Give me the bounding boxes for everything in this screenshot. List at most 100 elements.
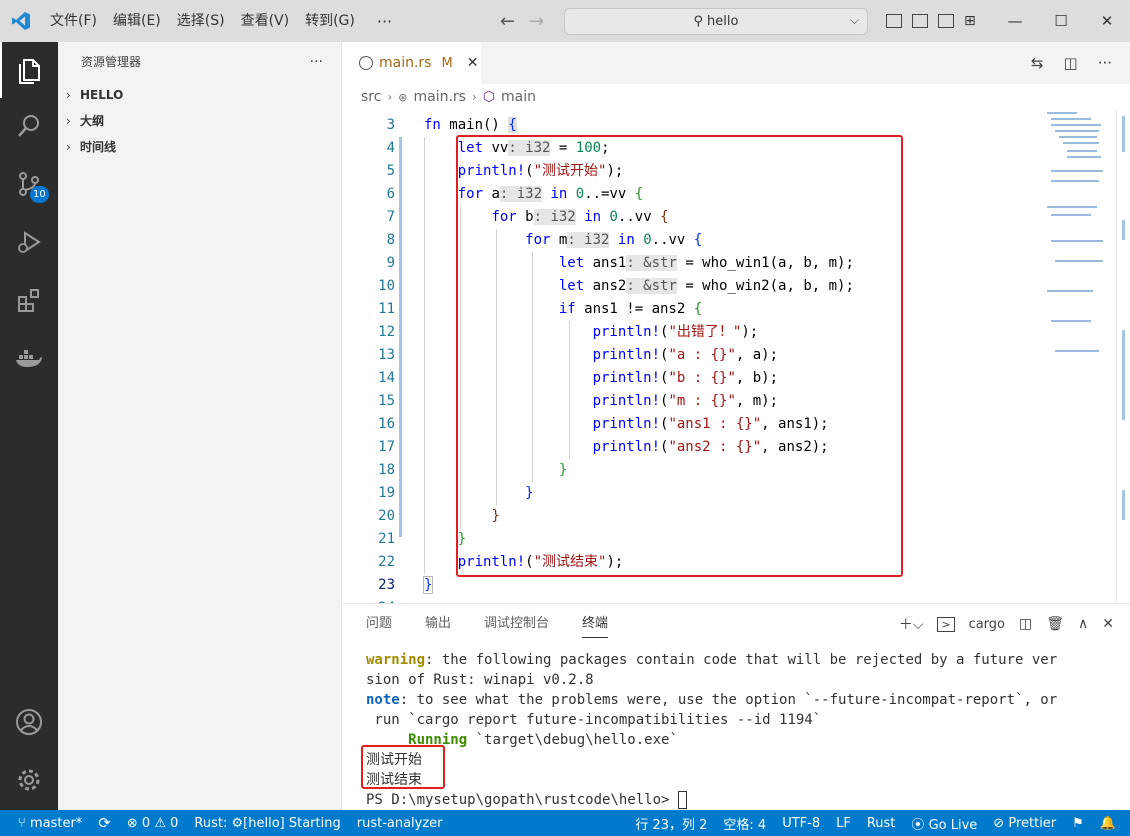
rust-file-icon (359, 56, 373, 70)
end-of-line[interactable]: LF (828, 816, 859, 831)
terminal-line: 测试结束 (366, 772, 422, 788)
sidebar-section-outline[interactable]: › 大纲 (58, 108, 341, 134)
line-number: 6 (386, 186, 395, 202)
line-number: 10 (378, 278, 395, 294)
line-number: 18 (378, 462, 395, 478)
rust-analyzer-status[interactable]: rust-analyzer (349, 816, 451, 831)
tab-label: main.rs (379, 55, 432, 71)
toggle-secondary-sidebar-icon[interactable] (938, 14, 954, 28)
extensions-icon[interactable] (0, 272, 58, 328)
close-window-button[interactable]: ✕ (1084, 0, 1130, 42)
docker-icon[interactable] (0, 330, 58, 386)
split-terminal-icon[interactable]: ◫ (1019, 616, 1032, 632)
line-number: 14 (378, 370, 395, 386)
tab-output[interactable]: 输出 (425, 604, 451, 644)
breadcrumb-folder[interactable]: src (361, 89, 381, 105)
encoding[interactable]: UTF-8 (774, 816, 828, 831)
line-number: 22 (378, 554, 395, 570)
status-bar: ⑂ master* ⟳ ⊗ 0 ⚠ 0 Rust: ⚙[hello] Start… (0, 810, 1130, 836)
sidebar-section-hello[interactable]: › HELLO (58, 82, 341, 108)
tab-debug-console[interactable]: 调试控制台 (484, 604, 549, 644)
sidebar-more-button[interactable]: ··· (310, 42, 323, 82)
menu-file[interactable]: 文件(F) (42, 0, 105, 42)
tab-terminal[interactable]: 终端 (582, 604, 609, 644)
account-icon[interactable] (0, 694, 58, 750)
terminal-line: note: to see what the problems were, use… (366, 692, 1058, 708)
line-number: 13 (378, 347, 395, 363)
line-number: 5 (386, 163, 395, 179)
notifications-bell-icon[interactable]: 🔔 (1092, 816, 1130, 831)
bottom-panel: 问题 输出 调试控制台 终端 ＋⌵ > cargo ◫ 🗑 ∧ ✕ warnin… (343, 603, 1130, 810)
git-branch-icon: ⑂ (18, 815, 26, 831)
forward-arrow-icon[interactable]: → (529, 11, 544, 32)
menu-edit[interactable]: 编辑(E) (105, 0, 169, 42)
line-number: 4 (386, 140, 395, 156)
chevron-right-icon: › (66, 88, 71, 102)
minimap[interactable] (1043, 110, 1113, 603)
back-arrow-icon[interactable]: ← (500, 11, 515, 32)
line-number: 17 (378, 439, 395, 455)
line-number: 19 (378, 485, 395, 501)
line-number-gutter: 3 4 5 6 7 8 9 10 11 12 13 14 15 16 17 18… (343, 110, 395, 603)
highlight-box-output (361, 745, 445, 789)
command-center-label: hello (707, 14, 739, 29)
customize-layout-icon[interactable]: ⊞ (964, 14, 980, 28)
menu-go[interactable]: 转到(G) (297, 0, 363, 42)
cursor-position[interactable]: 行 23，列 2 (627, 814, 715, 833)
chevron-down-icon[interactable]: ⌵ (850, 13, 859, 28)
tab-main-rs[interactable]: main.rs M ✕ (343, 42, 481, 84)
line-number: 11 (378, 301, 395, 317)
terminal-line: run `cargo report future-incompatibiliti… (366, 712, 822, 728)
breadcrumb-file[interactable]: main.rs (413, 89, 465, 105)
split-editor-icon[interactable]: ◫ (1064, 54, 1078, 72)
settings-gear-icon[interactable] (0, 752, 58, 808)
maximize-button[interactable]: ☐ (1038, 0, 1084, 42)
tab-problems[interactable]: 问题 (366, 604, 392, 644)
terminal-prompt: PS D:\mysetup\gopath\rustcode\hello> (366, 790, 1116, 810)
kill-terminal-icon[interactable]: 🗑 (1046, 616, 1064, 632)
feedback-icon[interactable]: ⚑ (1064, 816, 1092, 831)
editor-scrollbar[interactable] (1116, 110, 1130, 603)
run-debug-icon[interactable] (0, 214, 58, 270)
toggle-sidebar-icon[interactable] (886, 14, 902, 28)
editor-more-button[interactable]: ··· (1098, 54, 1112, 72)
language-mode[interactable]: Rust (859, 816, 904, 831)
branch-status[interactable]: ⑂ master* (0, 816, 90, 831)
breadcrumb-symbol[interactable]: main (501, 89, 536, 105)
search-icon[interactable] (0, 98, 58, 154)
terminal-line: Running `target\debug\hello.exe` (366, 732, 678, 748)
minimize-button[interactable]: — (992, 0, 1038, 42)
terminal-output[interactable]: warning: the following packages contain … (366, 650, 1116, 810)
go-live-button[interactable]: ⦿ Go Live (903, 814, 985, 833)
line-number: 9 (386, 255, 395, 271)
line-number: 8 (386, 232, 395, 248)
indentation[interactable]: 空格: 4 (715, 814, 774, 833)
command-center-search[interactable]: ⚲ hello ⌵ (564, 8, 868, 35)
explorer-icon[interactable] (0, 42, 58, 98)
close-panel-icon[interactable]: ✕ (1102, 616, 1114, 632)
code-editor[interactable]: 3 4 5 6 7 8 9 10 11 12 13 14 15 16 17 18… (343, 110, 1130, 603)
compare-changes-icon[interactable]: ⇆ (1031, 54, 1044, 72)
close-tab-icon[interactable]: ✕ (467, 55, 479, 71)
maximize-panel-icon[interactable]: ∧ (1078, 616, 1088, 632)
menu-more-button[interactable]: ··· (363, 12, 406, 31)
toggle-panel-icon[interactable] (912, 14, 928, 28)
line-number-active: 23 (378, 577, 395, 593)
source-control-icon[interactable]: 10 (0, 156, 58, 212)
problems-status[interactable]: ⊗ 0 ⚠ 0 (119, 816, 187, 831)
terminal-icon: > (937, 616, 955, 632)
new-terminal-icon[interactable]: ＋⌵ (899, 614, 924, 634)
menu-view[interactable]: 查看(V) (233, 0, 298, 42)
terminal-line: warning: the following packages contain … (366, 652, 1058, 668)
prettier-status[interactable]: ⊘ Prettier (985, 816, 1064, 831)
terminal-name[interactable]: cargo (969, 617, 1005, 632)
activity-bar: 10 (0, 42, 58, 810)
sync-icon[interactable]: ⟳ (90, 814, 119, 832)
sidebar-section-timeline[interactable]: › 时间线 (58, 134, 341, 160)
check-all-icon: ⊘ (993, 815, 1005, 831)
highlight-box-code (456, 135, 903, 577)
rust-status[interactable]: Rust: ⚙[hello] Starting (186, 816, 348, 831)
modified-indicator: M (441, 55, 453, 71)
menu-selection[interactable]: 选择(S) (169, 0, 233, 42)
vscode-logo-icon (0, 0, 42, 42)
